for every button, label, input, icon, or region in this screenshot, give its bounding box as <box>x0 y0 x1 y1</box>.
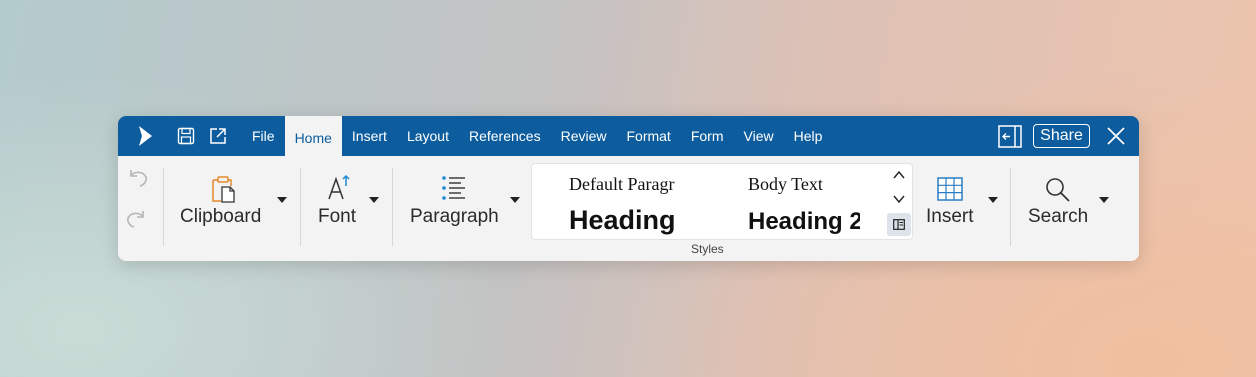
style-default-paragraph[interactable]: Default Paragr <box>569 174 682 195</box>
style-heading-2[interactable]: Heading 2 <box>748 208 860 236</box>
chevron-up-icon[interactable] <box>890 166 908 184</box>
menu-form[interactable]: Form <box>681 116 734 156</box>
paragraph-group[interactable]: Paragraph <box>402 156 532 261</box>
styles-scroll <box>886 164 912 240</box>
separator <box>1010 168 1011 246</box>
ribbon: Clipboard Font Paragraph Default Paragr … <box>118 156 1139 261</box>
app-window: File Home Insert Layout References Revie… <box>118 116 1139 261</box>
open-external-icon[interactable] <box>208 126 228 146</box>
menu-file[interactable]: File <box>242 116 285 156</box>
search-label: Search <box>1028 206 1089 227</box>
styles-panel-icon <box>893 219 905 230</box>
style-heading[interactable]: Heading <box>569 205 682 236</box>
separator <box>300 168 301 246</box>
redo-icon[interactable] <box>125 207 149 231</box>
menu-references[interactable]: References <box>459 116 551 156</box>
styles-gallery: Default Paragr Body Text Heading Heading… <box>531 163 913 240</box>
search-icon <box>1046 178 1070 202</box>
font-group[interactable]: Font <box>310 156 390 261</box>
menu-view[interactable]: View <box>734 116 784 156</box>
insert-label: Insert <box>926 206 974 227</box>
font-icon <box>328 174 350 200</box>
chevron-down-icon[interactable] <box>890 190 908 208</box>
chevron-down-icon[interactable] <box>987 196 999 204</box>
paragraph-label: Paragraph <box>410 206 499 227</box>
style-body-text[interactable]: Body Text <box>748 174 858 195</box>
menu-help[interactable]: Help <box>784 116 833 156</box>
menu-review[interactable]: Review <box>551 116 617 156</box>
table-icon <box>937 177 963 201</box>
chevron-down-icon[interactable] <box>276 196 288 204</box>
separator <box>392 168 393 246</box>
clipboard-icon <box>212 176 235 203</box>
font-label: Font <box>318 206 357 227</box>
menu-format[interactable]: Format <box>616 116 680 156</box>
title-bar: File Home Insert Layout References Revie… <box>118 116 1139 156</box>
chevron-down-icon[interactable] <box>368 196 380 204</box>
menu-layout[interactable]: Layout <box>397 116 459 156</box>
close-icon[interactable] <box>1106 126 1126 146</box>
panel-toggle-icon[interactable] <box>998 125 1022 148</box>
search-group[interactable]: Search <box>1020 156 1130 261</box>
separator <box>163 168 164 246</box>
styles-label: Styles <box>691 242 724 256</box>
clipboard-group[interactable]: Clipboard <box>173 156 293 261</box>
paragraph-icon <box>442 176 465 200</box>
undo-icon[interactable] <box>125 166 149 190</box>
clipboard-label: Clipboard <box>180 206 262 227</box>
insert-group[interactable]: Insert <box>918 156 1008 261</box>
menu-home[interactable]: Home <box>284 116 342 156</box>
save-icon[interactable] <box>176 126 196 146</box>
styles-more-button[interactable] <box>887 213 911 236</box>
app-logo-icon <box>139 126 152 146</box>
menu-bar: File Home Insert Layout References Revie… <box>242 116 832 156</box>
chevron-down-icon[interactable] <box>1098 196 1110 204</box>
menu-insert[interactable]: Insert <box>342 116 397 156</box>
chevron-down-icon[interactable] <box>509 196 521 204</box>
share-button[interactable]: Share <box>1033 124 1090 148</box>
